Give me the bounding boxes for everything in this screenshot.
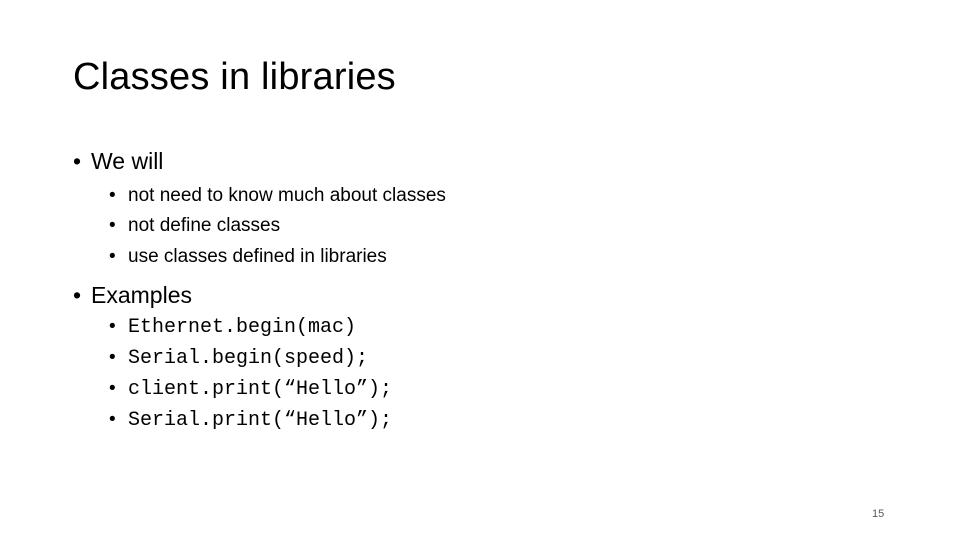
bullet-text: We will (91, 148, 164, 174)
sub-bullet: • not define classes (109, 215, 280, 237)
sub-bullet: • not need to know much about classes (109, 185, 446, 207)
code-example: • Ethernet.begin(mac) (109, 316, 356, 339)
sub-bullet-text: use classes defined in libraries (128, 246, 387, 267)
code-text: Serial.begin(speed); (128, 347, 369, 370)
bullet-examples: • Examples (73, 282, 192, 309)
sub-bullet: • use classes defined in libraries (109, 246, 387, 268)
bullet-icon: • (109, 347, 116, 368)
bullet-icon: • (73, 282, 82, 308)
code-text: client.print(“Hello”); (128, 378, 393, 401)
page-number: 15 (872, 508, 885, 520)
bullet-icon: • (109, 215, 116, 236)
bullet-icon: • (109, 185, 116, 206)
code-text: Ethernet.begin(mac) (128, 316, 357, 339)
bullet-text: Examples (91, 282, 192, 308)
sub-bullet-text: not need to know much about classes (128, 185, 446, 206)
bullet-icon: • (73, 148, 82, 174)
bullet-icon: • (109, 316, 116, 337)
code-text: Serial.print(“Hello”); (128, 409, 393, 432)
bullet-icon: • (109, 246, 116, 267)
bullet-we-will: • We will (73, 148, 163, 175)
bullet-icon: • (109, 378, 116, 399)
code-example: • client.print(“Hello”); (109, 378, 392, 401)
sub-bullet-text: not define classes (128, 215, 281, 236)
slide-title: Classes in libraries (73, 56, 396, 98)
bullet-icon: • (109, 409, 116, 430)
code-example: • Serial.print(“Hello”); (109, 409, 392, 432)
code-example: • Serial.begin(speed); (109, 347, 368, 370)
